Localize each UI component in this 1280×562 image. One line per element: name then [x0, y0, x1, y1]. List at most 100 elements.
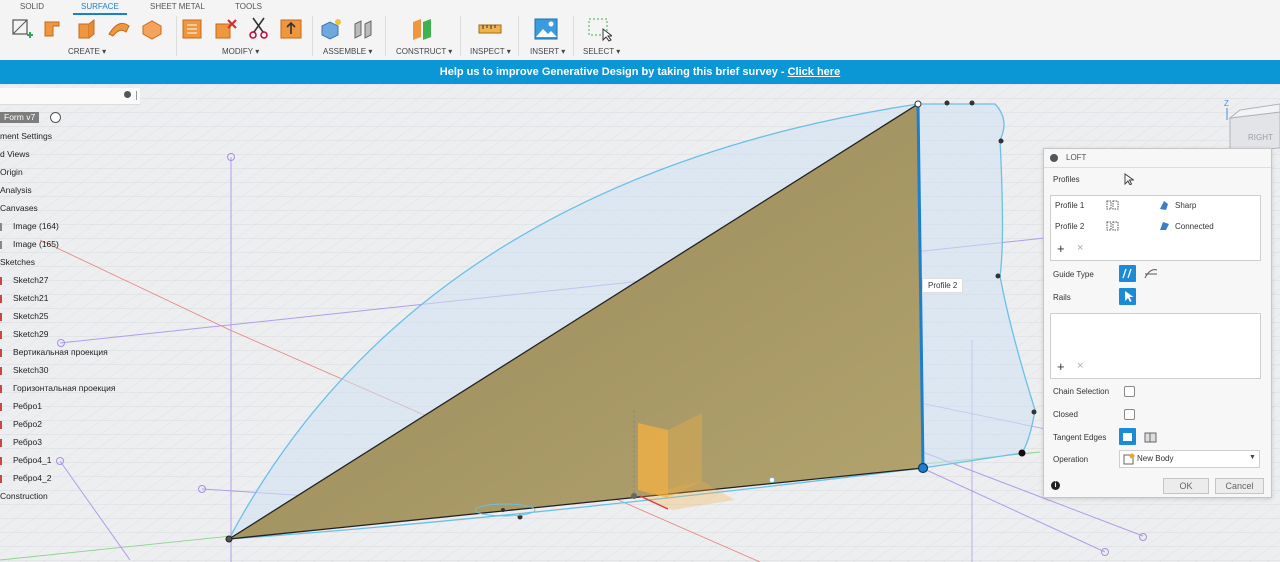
rails-list[interactable]: + × [1050, 313, 1261, 379]
sharp-icon[interactable] [1158, 199, 1170, 211]
root-component[interactable]: Form v7 [0, 112, 40, 123]
browser-item[interactable]: Sketch21 [0, 293, 48, 303]
browser-item[interactable]: ment Settings [0, 131, 52, 141]
sketch-point[interactable] [917, 462, 929, 474]
construct-menu[interactable]: CONSTRUCT ▾ [396, 47, 452, 56]
tab-tools[interactable]: TOOLS [235, 2, 262, 11]
sketch-point[interactable] [914, 100, 922, 108]
closed-label: Closed [1053, 410, 1078, 419]
activate-radio-icon[interactable] [50, 112, 61, 123]
sketch-point[interactable] [995, 273, 1001, 279]
profile-1-label[interactable]: Profile 1 [1055, 201, 1084, 210]
ok-button[interactable]: OK [1163, 478, 1209, 494]
browser-item[interactable]: Ребро3 [0, 437, 42, 447]
modify-menu[interactable]: MODIFY ▾ [222, 47, 259, 56]
rails-select-button[interactable] [1119, 288, 1136, 305]
profile-1-mode[interactable]: Sharp [1175, 201, 1196, 210]
insert-menu[interactable]: INSERT ▾ [530, 47, 565, 56]
rails-guide-button[interactable] [1119, 265, 1136, 282]
operation-dropdown[interactable]: New Body ▼ [1119, 450, 1260, 468]
browser-item[interactable]: Горизонтальная проекция [0, 383, 115, 393]
profile-2-label[interactable]: Profile 2 [1055, 222, 1084, 231]
profile-icon [1106, 200, 1119, 210]
collapse-icon[interactable] [124, 91, 131, 98]
browser-item[interactable]: Canvases [0, 203, 38, 213]
banner-link[interactable]: Click here [788, 66, 841, 78]
select-icon[interactable] [588, 16, 612, 42]
revolve-icon[interactable] [75, 16, 99, 42]
browser-item[interactable]: Sketch27 [0, 275, 48, 285]
sketch-point[interactable] [769, 477, 775, 483]
browser-item-label: Sketch27 [13, 275, 49, 285]
sketch-point[interactable] [501, 508, 505, 512]
browser-item[interactable]: Sketches [0, 257, 35, 267]
tangent-edges-merge-button[interactable] [1119, 428, 1136, 445]
select-menu[interactable]: SELECT ▾ [583, 47, 620, 56]
tab-solid[interactable]: SOLID [20, 2, 44, 11]
offset-surface-icon[interactable] [279, 16, 303, 42]
profiles-label: Profiles [1053, 175, 1080, 184]
sketch-point[interactable] [969, 100, 975, 106]
sketch-point[interactable] [631, 493, 637, 499]
connected-icon[interactable] [1158, 220, 1170, 232]
sketch-point[interactable] [998, 138, 1004, 144]
new-body-icon [1123, 453, 1135, 465]
loft-icon[interactable] [140, 16, 164, 42]
tab-sheet-metal[interactable]: SHEET METAL [150, 2, 205, 11]
browser-item[interactable]: Sketch25 [0, 311, 48, 321]
profiles-list[interactable]: Profile 1 Sharp Profile 2 Connected + × [1050, 195, 1261, 261]
extrude-icon[interactable] [43, 16, 67, 42]
cancel-button[interactable]: Cancel [1215, 478, 1264, 494]
assemble-menu[interactable]: ASSEMBLE ▾ [323, 47, 372, 56]
separator [385, 16, 386, 56]
insert-image-icon[interactable] [534, 16, 558, 42]
info-icon[interactable]: i [1051, 481, 1060, 490]
sweep-icon[interactable] [107, 16, 131, 42]
create-menu[interactable]: CREATE ▾ [68, 47, 106, 56]
browser-item-label: Ребро3 [13, 437, 42, 447]
browser-item[interactable]: Sketch29 [0, 329, 48, 339]
browser-item[interactable]: Image (165) [0, 239, 59, 249]
browser-item[interactable]: Ребро4_1 [0, 455, 51, 465]
measure-icon[interactable] [478, 16, 502, 42]
browser-item-label: Construction [0, 491, 48, 501]
sketch-icon [0, 384, 9, 393]
browser-item[interactable]: d Views [0, 149, 30, 159]
press-pull-icon[interactable] [181, 16, 205, 42]
remove-profile-button[interactable]: × [1077, 242, 1083, 254]
closed-checkbox[interactable] [1124, 409, 1135, 420]
collapse-dialog-icon[interactable] [1050, 154, 1058, 162]
create-sketch-icon[interactable] [10, 16, 34, 42]
profile-2-mode[interactable]: Connected [1175, 222, 1214, 231]
delete-icon[interactable] [214, 16, 238, 42]
browser-item[interactable]: Construction [0, 491, 48, 501]
browser-item[interactable]: Ребро4_2 [0, 473, 51, 483]
sketch-point[interactable] [944, 100, 950, 106]
add-rail-button[interactable]: + [1057, 359, 1065, 374]
sketch-point[interactable] [1018, 449, 1026, 457]
browser-item[interactable]: Origin [0, 167, 23, 177]
chain-selection-checkbox[interactable] [1124, 386, 1135, 397]
keep-edges-icon[interactable] [1143, 429, 1159, 445]
sketch-point[interactable] [225, 535, 233, 543]
offset-plane-icon[interactable] [410, 16, 434, 42]
browser-item[interactable]: Ребро1 [0, 401, 42, 411]
tab-surface[interactable]: SURFACE [73, 2, 127, 15]
add-profile-button[interactable]: + [1057, 241, 1065, 256]
sketch-point[interactable] [1031, 409, 1037, 415]
centerline-guide-icon[interactable] [1143, 266, 1159, 282]
browser-item[interactable]: Sketch30 [0, 365, 48, 375]
inspect-menu[interactable]: INSPECT ▾ [470, 47, 511, 56]
scissors-icon[interactable] [247, 16, 271, 42]
browser-item[interactable]: Вертикальная проекция [0, 347, 108, 357]
browser-item-label: Sketch25 [13, 311, 49, 321]
remove-rail-button[interactable]: × [1077, 360, 1083, 372]
browser-item[interactable]: Image (164) [0, 221, 59, 231]
browser-item[interactable]: Ребро2 [0, 419, 42, 429]
separator [518, 16, 519, 56]
browser-item[interactable]: Analysis [0, 185, 32, 195]
sketch-icon [0, 294, 9, 303]
browser-item-label: Sketch29 [13, 329, 49, 339]
new-component-icon[interactable] [319, 16, 343, 42]
joint-icon[interactable] [352, 16, 376, 42]
